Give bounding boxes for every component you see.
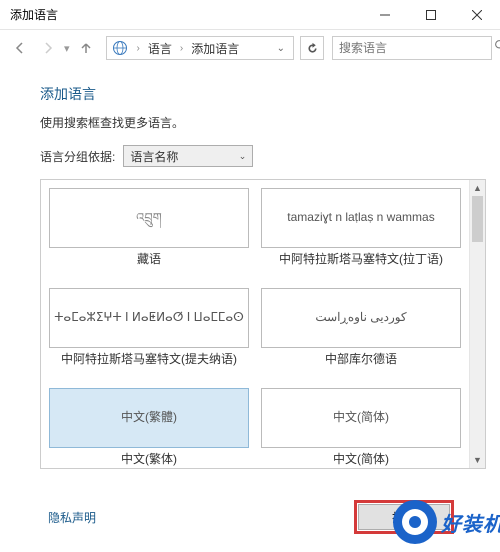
- language-caption: 中部库尔德语: [261, 352, 461, 380]
- language-item[interactable]: 中文(简体) 中文(简体): [261, 388, 461, 468]
- language-caption: 中阿特拉斯塔马塞特文(拉丁语): [261, 252, 461, 280]
- scroll-up-arrow[interactable]: ▲: [470, 180, 485, 196]
- language-tile: tamaziɣt n laṭlaṣ n wammas: [261, 188, 461, 248]
- scroll-thumb[interactable]: [472, 196, 483, 242]
- language-grid: འབྲུག 藏语 tamaziɣt n laṭlaṣ n wammas 中阿特拉斯塔马…: [41, 180, 469, 468]
- close-button[interactable]: [454, 0, 500, 30]
- language-tile: کوردیی ناوەڕاست: [261, 288, 461, 348]
- language-caption: 中文(简体): [261, 452, 461, 468]
- chevron-right-icon: ›: [135, 43, 142, 54]
- search-icon[interactable]: [494, 39, 500, 57]
- language-caption: 藏语: [49, 252, 249, 280]
- scrollbar[interactable]: ▲ ▼: [469, 180, 485, 468]
- page-subtitle: 使用搜索框查找更多语言。: [40, 114, 486, 131]
- language-item[interactable]: འབྲུག 藏语: [49, 188, 249, 280]
- page-title: 添加语言: [40, 84, 486, 104]
- group-by-label: 语言分组依据:: [40, 148, 115, 165]
- privacy-link[interactable]: 隐私声明: [48, 509, 358, 526]
- breadcrumb[interactable]: › 语言 › 添加语言 ⌄: [106, 36, 294, 60]
- window-title: 添加语言: [0, 6, 362, 23]
- watermark-logo-icon: [393, 500, 437, 544]
- language-item[interactable]: کوردیی ناوەڕاست 中部库尔德语: [261, 288, 461, 380]
- language-tile: 中文(简体): [261, 388, 461, 448]
- language-tile: ⵜⴰⵎⴰⵣⵉⵖⵜ ⵏ ⵍⴰⵟⵍⴰⵚ ⵏ ⵡⴰⵎⵎⴰⵙ: [49, 288, 249, 348]
- language-item[interactable]: 中文(繁體) 中文(繁体): [49, 388, 249, 468]
- maximize-button[interactable]: [408, 0, 454, 30]
- group-by-value: 语言名称: [130, 148, 178, 165]
- history-dropdown[interactable]: ▾: [64, 42, 70, 55]
- watermark-text: 好装机: [441, 508, 500, 537]
- search-box[interactable]: [332, 36, 492, 60]
- language-item[interactable]: ⵜⴰⵎⴰⵣⵉⵖⵜ ⵏ ⵍⴰⵟⵍⴰⵚ ⵏ ⵡⴰⵎⵎⴰⵙ 中阿特拉斯塔马塞特文(提夫纳…: [49, 288, 249, 380]
- breadcrumb-root[interactable]: 语言: [148, 40, 172, 57]
- forward-button[interactable]: [36, 36, 60, 60]
- language-list-container: འབྲུག 藏语 tamaziɣt n laṭlaṣ n wammas 中阿特拉斯塔马…: [40, 179, 486, 469]
- group-by-dropdown[interactable]: 语言名称 ⌄: [123, 145, 253, 167]
- minimize-button[interactable]: [362, 0, 408, 30]
- breadcrumb-dropdown[interactable]: ⌄: [277, 43, 289, 54]
- search-input[interactable]: [339, 41, 494, 55]
- watermark: 好装机: [393, 500, 500, 544]
- scroll-down-arrow[interactable]: ▼: [470, 452, 485, 468]
- language-caption: 中文(繁体): [49, 452, 249, 468]
- language-item[interactable]: tamaziɣt n laṭlaṣ n wammas 中阿特拉斯塔马塞特文(拉丁语…: [261, 188, 461, 280]
- window-controls: [362, 0, 500, 30]
- language-tile: འབྲུག: [49, 188, 249, 248]
- group-by-row: 语言分组依据: 语言名称 ⌄: [40, 145, 486, 167]
- globe-icon: [111, 39, 129, 57]
- up-button[interactable]: [74, 36, 98, 60]
- content-area: 添加语言 使用搜索框查找更多语言。 语言分组依据: 语言名称 ⌄ འབྲུག 藏语…: [0, 66, 500, 486]
- refresh-button[interactable]: [300, 36, 324, 60]
- window-titlebar: 添加语言: [0, 0, 500, 30]
- language-tile: 中文(繁體): [49, 388, 249, 448]
- breadcrumb-current[interactable]: 添加语言: [191, 40, 239, 57]
- chevron-right-icon: ›: [178, 43, 185, 54]
- chevron-down-icon: ⌄: [239, 151, 247, 162]
- navigation-bar: ▾ › 语言 › 添加语言 ⌄: [0, 30, 500, 66]
- language-caption: 中阿特拉斯塔马塞特文(提夫纳语): [49, 352, 249, 380]
- back-button[interactable]: [8, 36, 32, 60]
